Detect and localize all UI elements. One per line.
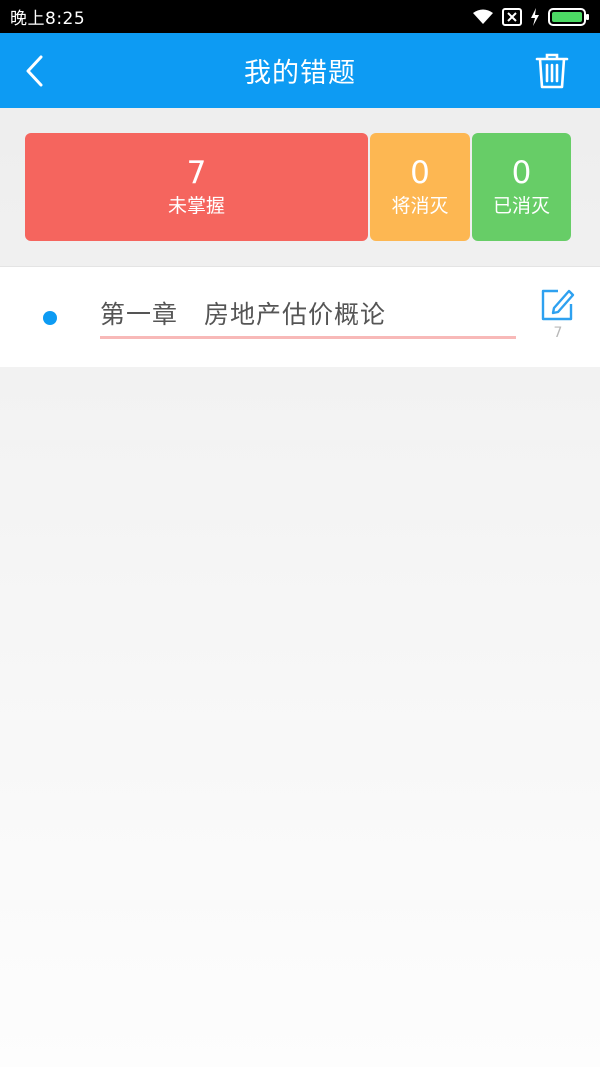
edit-button[interactable]	[538, 286, 576, 324]
stat-label: 已消灭	[492, 195, 550, 217]
status-icons	[472, 7, 590, 27]
stat-unmastered[interactable]: 7 未掌握	[25, 133, 368, 241]
charging-icon	[530, 7, 540, 26]
sim-off-icon	[502, 7, 522, 26]
stat-eliminated[interactable]: 0 已消灭	[472, 133, 571, 241]
stat-label: 将消灭	[391, 195, 449, 217]
back-button[interactable]	[14, 51, 54, 91]
delete-button[interactable]	[532, 51, 572, 91]
bullet-dot	[43, 311, 57, 325]
app-bar: 我的错题	[0, 33, 600, 108]
battery-icon	[548, 7, 590, 27]
chapter-underline	[100, 336, 516, 339]
stats-panel: 7 未掌握 0 将消灭 0 已消灭	[25, 133, 571, 241]
chapter-title: 第一章 房地产估价概论	[100, 300, 387, 329]
wifi-icon	[472, 9, 494, 25]
stat-value: 7	[186, 155, 207, 191]
chapter-row[interactable]: 第一章 房地产估价概论	[0, 266, 600, 367]
page-title: 我的错题	[244, 58, 356, 89]
chapter-count: 7	[553, 325, 563, 341]
status-time: 晚上8:25	[10, 9, 86, 29]
stat-label: 未掌握	[167, 195, 225, 217]
back-arrow-icon	[26, 55, 43, 87]
edit-icon	[541, 289, 575, 321]
stat-value: 0	[511, 155, 532, 191]
trash-icon	[535, 53, 569, 89]
stat-to-eliminate[interactable]: 0 将消灭	[370, 133, 470, 241]
status-bar: 晚上8:25	[0, 0, 600, 33]
stat-value: 0	[410, 155, 430, 191]
